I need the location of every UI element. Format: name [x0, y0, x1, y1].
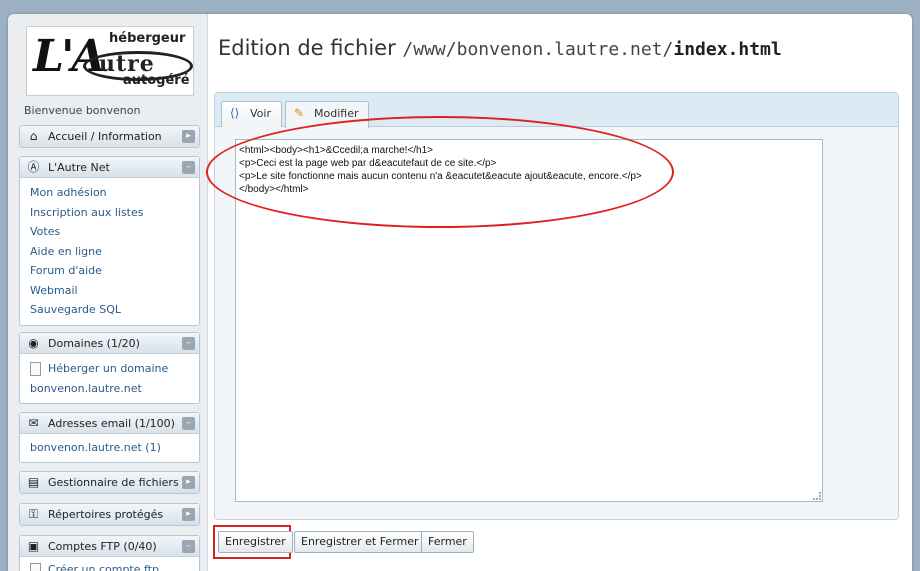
sidebar-item-mon-adhesion[interactable]: Mon adhésion [30, 183, 199, 203]
sidebar-item-domain-bonvenon[interactable]: bonvenon.lautre.net [30, 379, 199, 399]
menu-title-ftp: Comptes FTP (0/40) [48, 540, 157, 553]
page-frame: L'A utre hébergeur autogéré Bienvenue bo… [8, 14, 912, 571]
folder-icon: ▤ [27, 475, 40, 489]
sidebar-item-votes[interactable]: Votes [30, 222, 199, 242]
email-icon: ✉ [28, 416, 39, 430]
sidebar: L'A utre hébergeur autogéré Bienvenue bo… [8, 14, 208, 571]
page-title: Edition de fichier /www/bonvenon.lautre.… [218, 36, 782, 60]
file-name: index.html [673, 39, 782, 60]
menu-title-email: Adresses email (1/100) [48, 417, 175, 430]
sidebar-item-label: Créer un compte ftp [48, 563, 159, 571]
menu-box-domaines: ◉ Domaines (1/20) – Héberger un domaine … [19, 332, 200, 404]
menu-title-repertoires: Répertoires protégés [48, 508, 164, 521]
menu-title-lautre-net: L'Autre Net [48, 161, 110, 174]
tab-modifier[interactable]: ✎ Modifier [285, 101, 370, 128]
home-icon: ⌂ [29, 129, 38, 143]
globe-icon: ◉ [28, 336, 39, 350]
sidebar-item-heberger-domaine[interactable]: Héberger un domaine [30, 359, 199, 379]
menu-box-email: ✉ Adresses email (1/100) – bonvenon.laut… [19, 412, 200, 463]
pencil-icon: ✎ [294, 106, 305, 120]
key-icon: ⚿ [28, 507, 39, 521]
collapse-icon[interactable]: – [182, 417, 195, 430]
collapse-icon[interactable]: – [182, 540, 195, 553]
tab-bar: ⟨⟩ Voir ✎ Modifier [215, 93, 898, 128]
editor-panel: ⟨⟩ Voir ✎ Modifier <html><body><h1>&Cced… [214, 92, 899, 520]
close-button[interactable]: Fermer [421, 531, 474, 553]
tab-label: Voir [250, 107, 271, 120]
save-button[interactable]: Enregistrer [218, 531, 293, 553]
sidebar-item-webmail[interactable]: Webmail [30, 281, 199, 301]
sidebar-item-label: Héberger un domaine [48, 362, 169, 375]
file-content-textarea[interactable]: <html><body><h1>&Ccedil;a marche!</h1> <… [235, 139, 823, 502]
document-icon [30, 362, 41, 376]
file-path: /www/bonvenon.lautre.net/ [402, 39, 674, 60]
expand-icon[interactable]: ▸ [182, 508, 195, 521]
menu-box-fichiers: ▤ Gestionnaire de fichiers ▸ [19, 471, 200, 494]
menu-box-ftp: ▣ Comptes FTP (0/40) – Créer un compte f… [19, 535, 200, 571]
welcome-text: Bienvenue bonvenon [24, 104, 141, 117]
lautre-logo[interactable]: L'A utre hébergeur autogéré [26, 26, 194, 96]
sidebar-item-email-bonvenon[interactable]: bonvenon.lautre.net (1) [30, 438, 199, 458]
view-code-icon: ⟨⟩ [230, 106, 240, 120]
ftp-icon: ▣ [27, 539, 40, 553]
menu-title-accueil: Accueil / Information [48, 130, 162, 143]
page-title-label: Edition de fichier [218, 36, 396, 60]
sidebar-item-sauvegarde-sql[interactable]: Sauvegarde SQL [30, 300, 199, 320]
menu-box-repertoires: ⚿ Répertoires protégés ▸ [19, 503, 200, 526]
expand-icon[interactable]: ▸ [182, 476, 195, 489]
collapse-icon[interactable]: – [182, 161, 195, 174]
save-and-close-button[interactable]: Enregistrer et Fermer [294, 531, 426, 553]
sidebar-item-creer-ftp[interactable]: Créer un compte ftp [30, 560, 199, 571]
logo-bottom-text: autogéré [123, 73, 190, 88]
menu-title-fichiers: Gestionnaire de fichiers [48, 476, 179, 489]
tab-voir[interactable]: ⟨⟩ Voir [221, 101, 282, 127]
menu-box-lautre-net: Ⓐ L'Autre Net – Mon adhésion Inscription… [19, 156, 200, 326]
sidebar-item-aide-en-ligne[interactable]: Aide en ligne [30, 242, 199, 262]
expand-icon[interactable]: ▸ [182, 130, 195, 143]
menu-header-fichiers[interactable]: ▤ Gestionnaire de fichiers ▸ [20, 472, 199, 493]
menu-header-lautre-net[interactable]: Ⓐ L'Autre Net – [20, 157, 199, 178]
sidebar-item-forum-aide[interactable]: Forum d'aide [30, 261, 199, 281]
sidebar-item-inscription-listes[interactable]: Inscription aux listes [30, 203, 199, 223]
logo-top-text: hébergeur [109, 31, 186, 46]
menu-header-accueil[interactable]: ⌂ Accueil / Information ▸ [20, 126, 199, 147]
anarchy-icon: Ⓐ [27, 160, 40, 174]
menu-header-email[interactable]: ✉ Adresses email (1/100) – [20, 413, 199, 434]
menu-header-domaines[interactable]: ◉ Domaines (1/20) – [20, 333, 199, 354]
menu-title-domaines: Domaines (1/20) [48, 337, 140, 350]
menu-header-repertoires[interactable]: ⚿ Répertoires protégés ▸ [20, 504, 199, 525]
document-icon [30, 563, 41, 571]
tab-label: Modifier [314, 107, 359, 120]
menu-header-ftp[interactable]: ▣ Comptes FTP (0/40) – [20, 536, 199, 557]
collapse-icon[interactable]: – [182, 337, 195, 350]
menu-box-accueil: ⌂ Accueil / Information ▸ [19, 125, 200, 148]
